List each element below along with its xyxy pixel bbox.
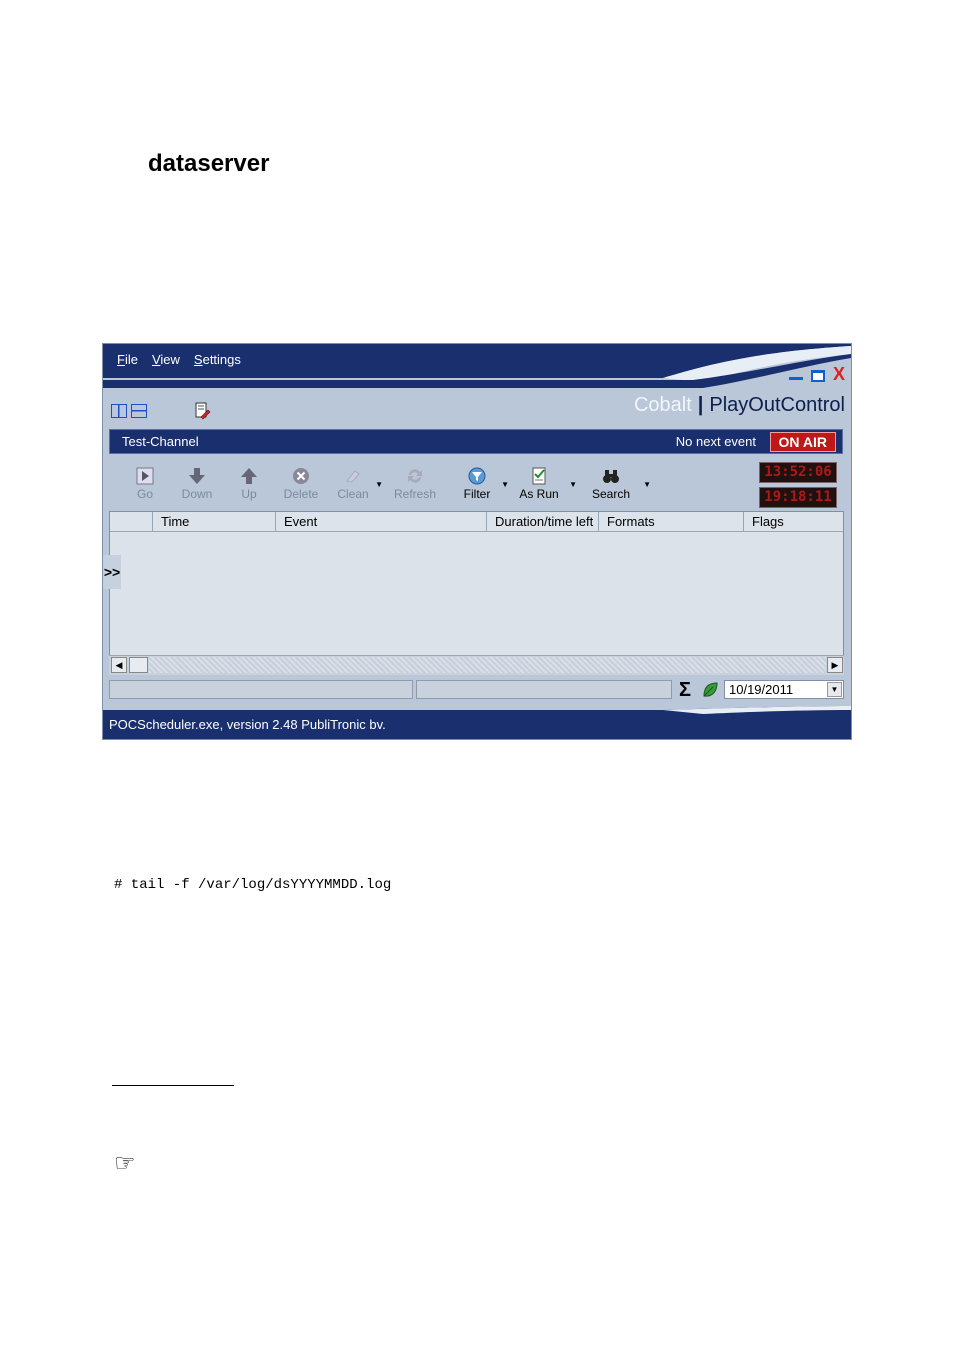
search-dropdown-icon[interactable]: ▼ [643,480,651,489]
on-air-badge: ON AIR [769,432,836,452]
section-heading: dataserver [148,150,270,177]
title-banner [103,344,851,390]
clock-displays: 13:52:06 19:18:11 [759,462,837,508]
document-edit-icon[interactable] [193,402,211,420]
layout-switcher [111,404,147,418]
scroll-left-icon[interactable]: ◀ [111,657,127,673]
as-run-button[interactable]: As Run ▼ [503,464,577,506]
checklist-icon [532,467,546,485]
app-window-screenshot: File View Settings X Cobalt | PlayOutContr… [102,343,852,740]
leaf-icon[interactable] [701,681,719,699]
sigma-icon[interactable]: Σ [679,679,691,702]
date-picker[interactable]: 10/19/2011 ▼ [724,680,844,699]
binoculars-icon [603,470,619,483]
filter-icon [468,467,486,485]
refresh-icon [408,469,422,483]
current-time-clock: 13:52:06 [759,462,837,483]
column-header-duration[interactable]: Duration/time left [487,512,599,531]
up-button[interactable]: Up [223,464,275,506]
search-button[interactable]: Search ▼ [575,464,651,506]
status-panel-middle [416,680,672,699]
next-event-label: No next event [675,434,756,449]
menu-file[interactable]: File [117,352,138,367]
pointing-hand-icon: ☞ [114,1150,136,1177]
toolbar: Go Down Up Delete Clean ▼ Refresh Filter… [119,464,651,506]
version-info: POCScheduler.exe, version 2.48 PubliTron… [109,717,386,732]
refresh-button[interactable]: Refresh [379,464,451,506]
split-horizontal-icon[interactable] [131,404,147,418]
delete-icon [293,468,309,484]
menu-view[interactable]: View [152,352,180,367]
maximize-icon[interactable] [810,370,825,382]
column-header-flags[interactable]: Flags [744,512,843,531]
scroll-right-icon[interactable]: ▶ [827,657,843,673]
command-line: # tail -f /var/log/dsYYYYMMDD.log [114,877,392,893]
horizontal-scrollbar[interactable]: ◀ ▶ [109,655,844,675]
close-icon[interactable]: X [833,365,845,383]
eraser-icon [346,470,360,483]
clean-button[interactable]: Clean ▼ [327,464,383,506]
chevron-down-icon[interactable]: ▼ [827,682,842,697]
delete-button[interactable]: Delete [275,464,327,506]
column-header-time[interactable]: Time [153,512,276,531]
go-button[interactable]: Go [119,464,171,506]
brand-logo: Cobalt | PlayOutControl [633,394,845,416]
play-icon [136,467,154,485]
window-controls: X [788,365,845,383]
footnote-rule [112,1085,234,1086]
grid-header: Time Event Duration/time left Formats Fl… [110,512,843,532]
arrow-up-icon [241,468,257,484]
menu-settings[interactable]: Settings [194,352,241,367]
column-header-formats[interactable]: Formats [599,512,744,531]
arrow-down-icon [189,468,205,484]
event-grid[interactable]: Time Event Duration/time left Formats Fl… [109,511,844,675]
scroll-thumb[interactable] [129,657,148,673]
filter-button[interactable]: Filter ▼ [451,464,509,506]
minimize-icon[interactable] [788,377,803,380]
expand-panel-tab[interactable]: >> [103,555,121,589]
status-panel-left [109,680,413,699]
column-header-event[interactable]: Event [276,512,487,531]
status-bar: Σ 10/19/2011 ▼ [109,679,844,701]
channel-name: Test-Channel [122,434,199,449]
menu-bar: File View Settings [117,352,241,367]
split-vertical-icon[interactable] [111,404,127,418]
channel-bar: Test-Channel No next event ON AIR [109,429,843,454]
down-button[interactable]: Down [171,464,223,506]
date-value: 10/19/2011 [729,682,794,697]
scroll-track[interactable] [149,657,826,673]
countdown-clock: 19:18:11 [759,487,837,508]
column-header-select[interactable] [110,512,153,531]
